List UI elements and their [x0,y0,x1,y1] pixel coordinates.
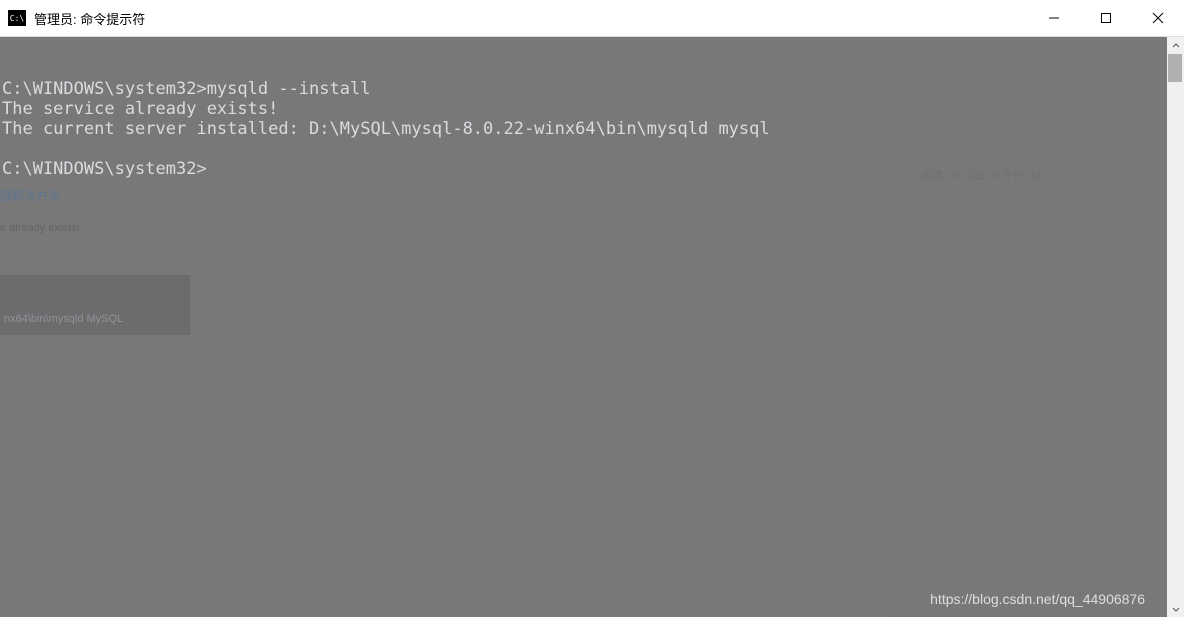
scroll-up-button[interactable] [1167,37,1184,54]
background-text-artifact: e already exists! [0,222,79,234]
terminal-line: C:\WINDOWS\system32>mysqld --install [2,79,370,99]
window-controls [1028,0,1184,36]
window-title: 管理员: 命令提示符 [34,9,145,28]
chevron-up-icon [1172,42,1180,50]
minimize-button[interactable] [1028,0,1080,36]
terminal-line: The service already exists! [2,99,278,119]
maximize-icon [1100,12,1112,24]
terminal-line: C:\WINDOWS\system32> [2,159,207,179]
close-button[interactable] [1132,0,1184,36]
watermark-text: https://blog.csdn.net/qq_44906876 [930,591,1145,607]
background-stats-artifact: 阅读: 25 文章: 0 评分: 13 [921,167,1042,183]
maximize-button[interactable] [1080,0,1132,36]
terminal-output: C:\WINDOWS\system32>mysqld --install The… [0,37,1167,179]
scroll-down-button[interactable] [1167,600,1184,617]
cmd-icon [8,10,26,26]
background-box-text: nx64\bin\mysqld MySQL [4,313,123,325]
background-box-artifact: nx64\bin\mysqld MySQL [0,275,190,335]
chevron-down-icon [1172,605,1180,613]
scrollbar-thumb[interactable] [1168,54,1182,82]
vertical-scrollbar[interactable] [1167,37,1184,617]
minimize-icon [1048,12,1060,24]
terminal-line: The current server installed: D:\MySQL\m… [2,119,770,139]
close-icon [1152,12,1164,24]
scrollbar-track[interactable] [1167,54,1184,600]
window-titlebar: 管理员: 命令提示符 [0,0,1184,37]
background-link-artifact: 器解决方法 [0,187,60,204]
terminal-area[interactable]: 器解决方法 e already exists! nx64\bin\mysqld … [0,37,1167,617]
